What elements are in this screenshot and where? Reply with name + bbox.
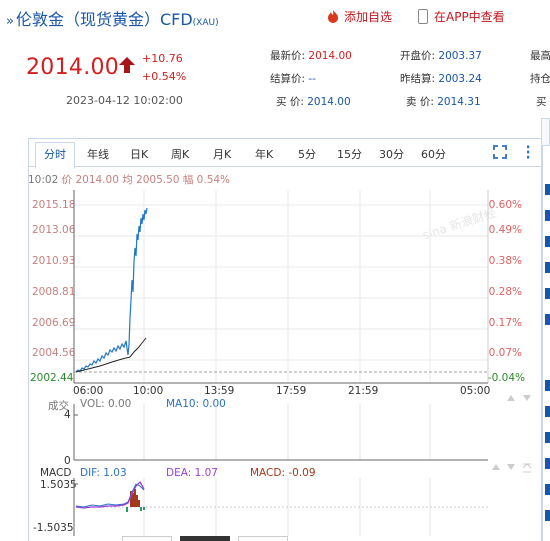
- bottom-tool-button[interactable]: [238, 536, 288, 541]
- volume-grid: [143, 404, 431, 460]
- price-line: [75, 207, 148, 373]
- chart-graphics: [73, 190, 532, 536]
- pane-up-arrow-icon[interactable]: [492, 464, 500, 470]
- main-grid: [74, 190, 488, 383]
- pane-down-arrow-icon[interactable]: [507, 464, 515, 470]
- pane-down-arrow-icon[interactable]: [523, 395, 531, 401]
- pane-close-icon[interactable]: [522, 463, 532, 473]
- bottom-tool-button-active[interactable]: [180, 536, 230, 541]
- pane-up-arrow-icon[interactable]: [507, 395, 515, 401]
- bottom-tool-button[interactable]: [122, 536, 172, 541]
